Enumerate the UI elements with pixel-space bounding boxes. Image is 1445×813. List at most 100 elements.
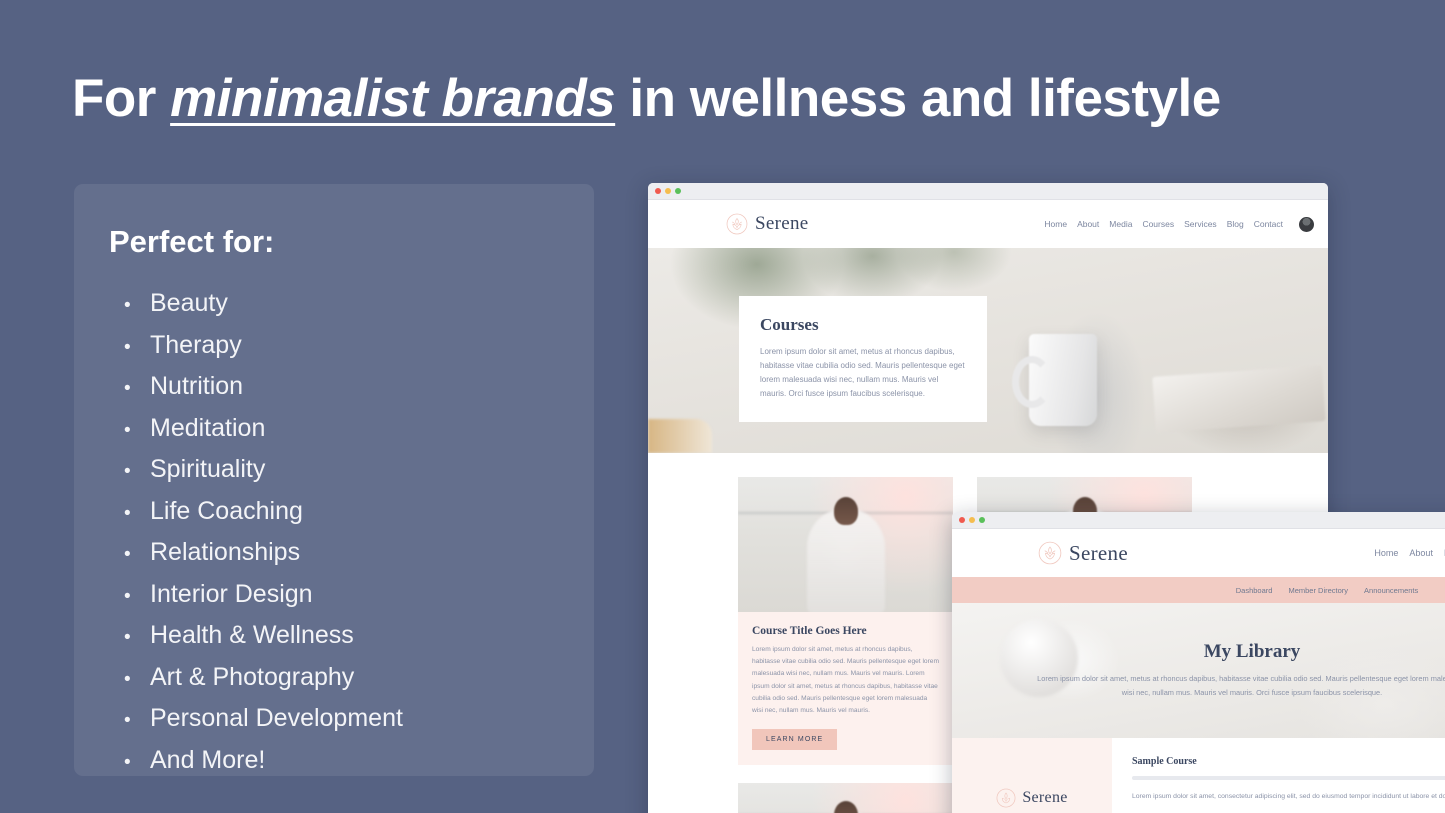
minimize-icon[interactable] xyxy=(969,517,975,523)
list-item: • Beauty xyxy=(124,284,403,326)
hero-card: Courses Lorem ipsum dolor sit amet, metu… xyxy=(739,296,987,422)
nav-item-contact[interactable]: Contact xyxy=(1254,219,1283,229)
library-hero: My Library Lorem ipsum dolor sit amet, m… xyxy=(952,603,1445,738)
bullet-icon: • xyxy=(124,336,131,358)
course-card-body: Course Title Goes Here Lorem ipsum dolor… xyxy=(738,612,953,765)
nav-item-home[interactable]: Home xyxy=(1374,548,1398,558)
list-item: • Personal Development xyxy=(124,699,403,741)
person-head xyxy=(833,497,858,526)
book-decoration xyxy=(648,419,712,453)
course-card[interactable]: Course Title Goes Here Lorem ipsum dolor… xyxy=(738,477,953,766)
window-titlebar xyxy=(648,183,1328,200)
maximize-icon[interactable] xyxy=(675,188,681,194)
bullet-icon: • xyxy=(124,419,131,441)
list-item: • Interior Design xyxy=(124,575,403,617)
list-item-label: Health & Wellness xyxy=(150,621,354,649)
list-item: • Therapy xyxy=(124,326,403,368)
list-item: • Nutrition xyxy=(124,367,403,409)
sample-course-brand: Serene xyxy=(1022,789,1068,806)
headline-before: For xyxy=(72,69,171,128)
nav-item-about[interactable]: About xyxy=(1409,548,1433,558)
bullet-icon: • xyxy=(124,710,131,731)
page-title: For minimalist brands in wellness and li… xyxy=(72,68,1221,129)
subnav-item-announcements[interactable]: Announcements xyxy=(1364,586,1418,595)
industry-list: • Beauty • Therapy • Nutrition • Meditation … xyxy=(124,284,403,782)
brand-name: Serene xyxy=(1069,540,1128,565)
bullet-icon: • xyxy=(124,544,131,565)
list-item-label: Spirituality xyxy=(150,455,266,483)
course-card-text: Lorem ipsum dolor sit amet, metus at rho… xyxy=(752,646,939,714)
list-item-label: Interior Design xyxy=(150,579,313,608)
list-item-label: Life Coaching xyxy=(150,496,303,525)
close-icon[interactable] xyxy=(655,188,661,194)
list-item-label: Art & Photography xyxy=(150,662,355,691)
list-item: • Health & Wellness xyxy=(124,616,403,658)
progress-bar xyxy=(1132,776,1445,780)
browser-window-member-area: Serene Home About Media Courses Ser Dash… xyxy=(952,512,1445,813)
main-nav: Home About Media Courses Ser xyxy=(1374,548,1445,558)
subnav-item-member-directory[interactable]: Member Directory xyxy=(1288,586,1348,595)
list-item-label: Meditation xyxy=(150,413,266,442)
list-item: • Spirituality xyxy=(124,450,403,492)
sample-course-body: Lorem ipsum dolor sit amet, consectetur … xyxy=(1132,793,1445,800)
list-item: • Life Coaching xyxy=(124,492,403,534)
sample-course-title: Sample Course xyxy=(1132,756,1197,767)
panel-title: Perfect for: xyxy=(109,224,275,259)
nav-item-home[interactable]: Home xyxy=(1044,219,1067,229)
lotus-flower-icon xyxy=(726,213,748,235)
bullet-icon: • xyxy=(124,378,131,399)
bullet-icon: • xyxy=(124,751,131,773)
perfect-for-panel: Perfect for: • Beauty • Therapy • Nutrition… xyxy=(74,184,594,776)
headline-after: in wellness and lifestyle xyxy=(615,69,1221,128)
nav-item-media[interactable]: Media xyxy=(1109,219,1132,229)
course-card-title: Course Title Goes Here xyxy=(752,625,867,637)
newspaper-decoration xyxy=(1152,365,1326,433)
avatar[interactable] xyxy=(1299,216,1314,232)
minimize-icon[interactable] xyxy=(665,188,671,194)
library-title: My Library xyxy=(1203,641,1301,663)
learn-more-button[interactable]: LEARN MORE xyxy=(752,729,838,751)
site-header: Serene Home About Media Courses Ser xyxy=(952,529,1445,577)
list-item-label: Nutrition xyxy=(150,372,244,400)
bullet-icon: • xyxy=(124,585,131,607)
person-head xyxy=(833,801,858,813)
sample-course-details: Sample Course Lorem ipsum dolor sit amet… xyxy=(1112,738,1445,813)
lotus-flower-icon xyxy=(1038,541,1062,565)
list-item-label: Therapy xyxy=(150,330,242,359)
hero-card-body: Lorem ipsum dolor sit amet, metus at rho… xyxy=(760,347,965,398)
window-titlebar xyxy=(952,512,1445,529)
brand-name: Serene xyxy=(755,213,809,234)
course-card-image xyxy=(738,477,953,612)
member-subnav: Dashboard Member Directory Announcements xyxy=(952,577,1445,603)
list-item: • Relationships xyxy=(124,533,403,575)
nav-item-services[interactable]: Services xyxy=(1184,219,1217,229)
hero-card-title: Courses xyxy=(760,315,819,334)
bullet-icon: • xyxy=(124,461,131,482)
brand-logo[interactable]: Serene xyxy=(1038,541,1128,566)
sample-course-row[interactable]: Serene Sample Course Lorem ipsum dolor s… xyxy=(952,738,1445,813)
list-item-label: Personal Development xyxy=(150,704,403,732)
course-card[interactable] xyxy=(738,783,953,813)
subnav-item-dashboard[interactable]: Dashboard xyxy=(1236,586,1273,595)
nav-item-blog[interactable]: Blog xyxy=(1227,219,1244,229)
lotus-flower-icon xyxy=(996,788,1016,808)
list-item: • And More! xyxy=(124,741,403,783)
bullet-icon: • xyxy=(124,627,131,648)
brand-logo[interactable]: Serene xyxy=(726,213,809,235)
bullet-icon: • xyxy=(124,295,131,316)
site-header: Serene Home About Media Courses Services… xyxy=(648,200,1328,248)
main-nav: Home About Media Courses Services Blog C… xyxy=(1044,216,1314,232)
list-item: • Meditation xyxy=(124,409,403,451)
hero-image: Courses Lorem ipsum dolor sit amet, metu… xyxy=(648,248,1328,453)
list-item-label: Relationships xyxy=(150,538,301,566)
bullet-icon: • xyxy=(124,668,131,690)
close-icon[interactable] xyxy=(959,517,965,523)
headline-emphasis: minimalist brands xyxy=(170,69,616,128)
list-item-label: Beauty xyxy=(150,289,228,317)
nav-item-courses[interactable]: Courses xyxy=(1142,219,1174,229)
course-card-image xyxy=(738,783,953,813)
bullet-icon: • xyxy=(124,502,131,524)
nav-item-about[interactable]: About xyxy=(1077,219,1099,229)
maximize-icon[interactable] xyxy=(979,517,985,523)
library-body: Lorem ipsum dolor sit amet, metus at rho… xyxy=(1037,674,1445,697)
